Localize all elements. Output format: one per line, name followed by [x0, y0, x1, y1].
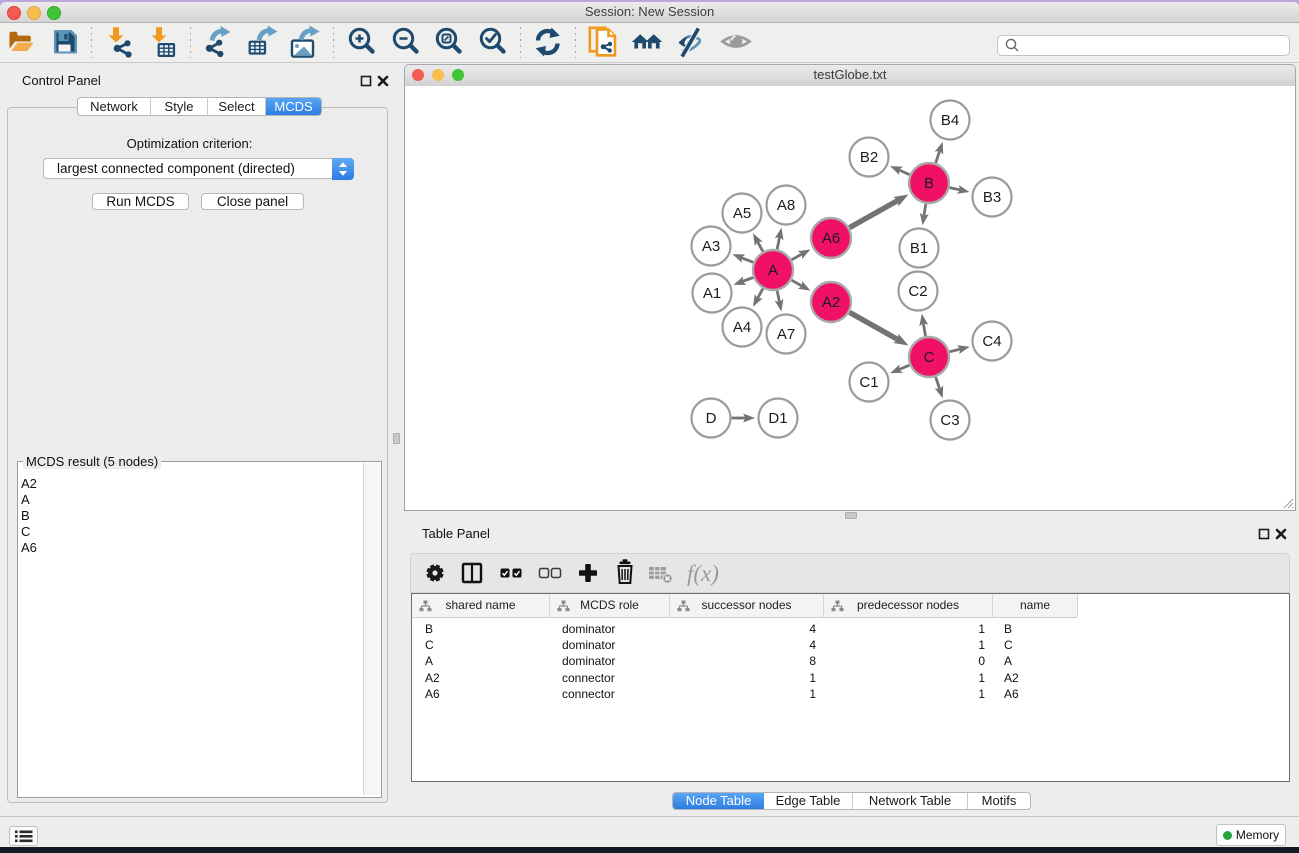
svg-text:B: B [924, 175, 934, 192]
svg-text:B1: B1 [910, 240, 928, 257]
svg-text:B4: B4 [941, 112, 959, 129]
svg-text:D1: D1 [768, 410, 787, 427]
svg-text:f(x): f(x) [687, 561, 719, 586]
svg-text:C2: C2 [908, 283, 927, 300]
svg-text:A3: A3 [702, 238, 720, 255]
svg-text:D: D [706, 410, 717, 427]
svg-text:B3: B3 [983, 189, 1001, 206]
svg-text:C: C [924, 349, 935, 366]
svg-text:C3: C3 [940, 412, 959, 429]
svg-text:B2: B2 [860, 149, 878, 166]
svg-text:A8: A8 [777, 197, 795, 214]
svg-text:A2: A2 [822, 294, 840, 311]
svg-text:C1: C1 [859, 374, 878, 391]
svg-text:A7: A7 [777, 326, 795, 343]
svg-text:A4: A4 [733, 319, 751, 336]
svg-text:A6: A6 [822, 230, 840, 247]
svg-text:A1: A1 [703, 285, 721, 302]
svg-text:C4: C4 [982, 333, 1001, 350]
svg-text:A: A [768, 262, 778, 279]
svg-text:A5: A5 [733, 205, 751, 222]
